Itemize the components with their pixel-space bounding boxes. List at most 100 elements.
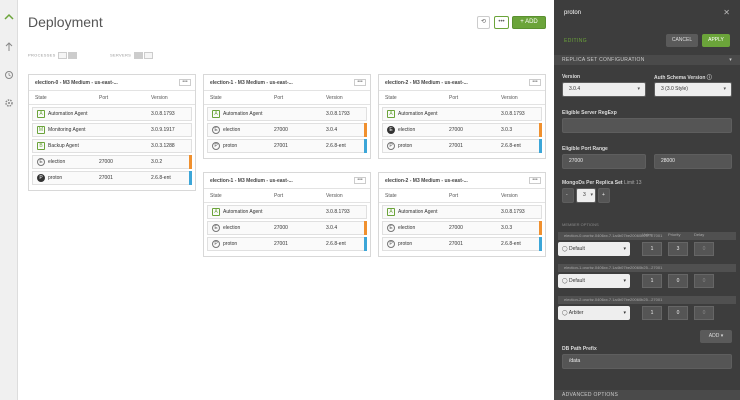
- server-card: election-2 - M3 Medium - us-east-... ••• S…: [378, 172, 546, 257]
- version-label: Version: [562, 74, 581, 80]
- editing-label: EDITING: [564, 38, 588, 44]
- process-row[interactable]: A Automation Agent 3.0.8.1793: [207, 205, 367, 219]
- priority-input[interactable]: 3: [668, 242, 688, 256]
- process-version: 2.6.8-ent: [326, 241, 346, 247]
- delay-input[interactable]: 0: [694, 306, 714, 320]
- member-type-select[interactable]: ◯ Default ▾: [558, 242, 630, 256]
- process-name: Automation Agent: [223, 209, 263, 215]
- process-version: 2.6.8-ent: [501, 143, 521, 149]
- port-from-input[interactable]: 27000: [562, 154, 646, 169]
- member-row: election-0.ororbz.0406xx.7.1a4b07be20060…: [558, 232, 736, 258]
- process-port: 27001: [274, 241, 288, 247]
- member-type-select[interactable]: ◯ Default ▾: [558, 274, 630, 288]
- replica-set-marker: [189, 155, 192, 169]
- process-icon: M: [37, 126, 45, 134]
- servers-toggle-group: SERVERS: [110, 52, 153, 59]
- db-path-input[interactable]: /data: [562, 354, 732, 369]
- chevron-down-icon: ▾: [723, 86, 726, 92]
- column-header-version: Version: [151, 95, 168, 101]
- votes-input[interactable]: 1: [642, 274, 662, 288]
- priority-input[interactable]: 0: [668, 306, 688, 320]
- clock-icon[interactable]: [4, 70, 14, 80]
- add-member-button[interactable]: ADD ▾: [700, 330, 732, 343]
- chevron-down-icon: ▾: [623, 310, 626, 316]
- process-name: proton: [398, 143, 413, 149]
- delay-input[interactable]: 0: [694, 274, 714, 288]
- process-row[interactable]: M Monitoring Agent 3.0.9.1917: [32, 123, 192, 137]
- member-type-value: Default: [569, 246, 585, 252]
- process-row[interactable]: Pproton 27001 2.6.8-ent: [207, 139, 367, 153]
- card-header: election-1 - M3 Medium - us-east-... •••: [204, 173, 370, 189]
- card-menu-button[interactable]: •••: [179, 79, 191, 86]
- card-menu-button[interactable]: •••: [529, 79, 541, 86]
- mongods-decrement[interactable]: -: [562, 188, 574, 203]
- votes-input[interactable]: 1: [642, 242, 662, 256]
- add-button[interactable]: + ADD: [512, 16, 546, 29]
- refresh-button[interactable]: ⟲: [477, 16, 490, 29]
- card-menu-button[interactable]: •••: [529, 177, 541, 184]
- process-row[interactable]: A Automation Agent 3.0.8.1793: [382, 107, 542, 121]
- process-row[interactable]: Pproton 27001 2.6.8-ent: [207, 237, 367, 251]
- column-header-state: State: [35, 95, 47, 101]
- member-name: election-2.ororbz.0406xx.7.1a4b07be20060…: [558, 296, 736, 304]
- port-to-input[interactable]: 28000: [654, 154, 732, 169]
- process-row[interactable]: Pproton 27001 2.6.8-ent: [382, 139, 542, 153]
- mongods-select[interactable]: 3 ▾: [576, 188, 596, 203]
- mongods-increment[interactable]: +: [598, 188, 610, 203]
- servers-list-toggle[interactable]: [143, 52, 153, 59]
- close-icon[interactable]: ✕: [723, 8, 730, 17]
- auth-schema-value: 3 (3.0 Style): [661, 86, 688, 92]
- cancel-button[interactable]: CANCEL: [666, 34, 698, 47]
- replica-section-label: REPLICA SET CONFIGURATION: [562, 57, 645, 63]
- process-row[interactable]: A Automation Agent 3.0.8.1793: [32, 107, 192, 121]
- advanced-options-section[interactable]: ADVANCED OPTIONS: [554, 390, 740, 400]
- process-version: 3.0.8.1793: [501, 111, 525, 117]
- process-name: Automation Agent: [398, 111, 438, 117]
- process-row[interactable]: B Backup Agent 3.0.3.1288: [32, 139, 192, 153]
- process-name: Backup Agent: [48, 143, 79, 149]
- servers-grid-toggle[interactable]: [133, 52, 143, 59]
- replica-set-marker: [364, 237, 367, 251]
- process-row[interactable]: Pproton 27001 2.6.8-ent: [382, 237, 542, 251]
- replica-set-marker: [539, 123, 542, 137]
- process-row[interactable]: Pproton 27001 2.6.8-ent: [32, 171, 192, 185]
- process-row[interactable]: Eelection 27000 3.0.2: [32, 155, 192, 169]
- process-row[interactable]: Eelection 27000 3.0.3: [382, 123, 542, 137]
- votes-input[interactable]: 1: [642, 306, 662, 320]
- process-icon: A: [37, 110, 45, 118]
- column-header-state: State: [210, 193, 222, 199]
- column-header-port: Port: [274, 95, 284, 101]
- processes-topology-toggle[interactable]: [58, 52, 68, 59]
- gear-icon[interactable]: [4, 98, 14, 108]
- refresh-icon: ⟲: [480, 19, 487, 25]
- version-select[interactable]: 3.0.4 ▾: [562, 82, 646, 97]
- process-row[interactable]: A Automation Agent 3.0.8.1793: [207, 107, 367, 121]
- member-type-select[interactable]: ◯ Arbiter ▾: [558, 306, 630, 320]
- votes-label: Votes: [642, 232, 653, 237]
- card-title: election-1 - M3 Medium - us-east-...: [210, 178, 293, 184]
- process-row[interactable]: Eelection 27000 3.0.3: [382, 221, 542, 235]
- delay-input[interactable]: 0: [694, 242, 714, 256]
- process-row[interactable]: A Automation Agent 3.0.8.1793: [382, 205, 542, 219]
- apply-button[interactable]: APPLY: [702, 34, 730, 47]
- more-button[interactable]: •••: [494, 16, 509, 29]
- card-menu-button[interactable]: •••: [354, 177, 366, 184]
- process-icon: P: [37, 174, 45, 182]
- process-version: 3.0.8.1793: [326, 111, 350, 117]
- card-title: election-2 - M3 Medium - us-east-...: [385, 178, 468, 184]
- auth-schema-select[interactable]: 3 (3.0 Style) ▾: [654, 82, 732, 97]
- process-row[interactable]: Eelection 27000 3.0.4: [207, 123, 367, 137]
- process-row[interactable]: Eelection 27000 3.0.4: [207, 221, 367, 235]
- process-port: 27001: [449, 241, 463, 247]
- server-icon[interactable]: [4, 42, 14, 52]
- processes-list-toggle[interactable]: [68, 52, 78, 59]
- member-name: election-1.ororbz.0406xx.7.1a4b07be20060…: [558, 264, 736, 272]
- column-headers: State Port Version: [204, 91, 370, 105]
- deployment-icon[interactable]: [4, 12, 14, 22]
- mongods-limit: Limit 13: [623, 180, 642, 186]
- regexp-input[interactable]: [562, 118, 732, 133]
- card-menu-button[interactable]: •••: [354, 79, 366, 86]
- process-version: 2.6.8-ent: [151, 175, 171, 181]
- priority-input[interactable]: 0: [668, 274, 688, 288]
- replica-set-section[interactable]: REPLICA SET CONFIGURATION ▾: [554, 55, 740, 65]
